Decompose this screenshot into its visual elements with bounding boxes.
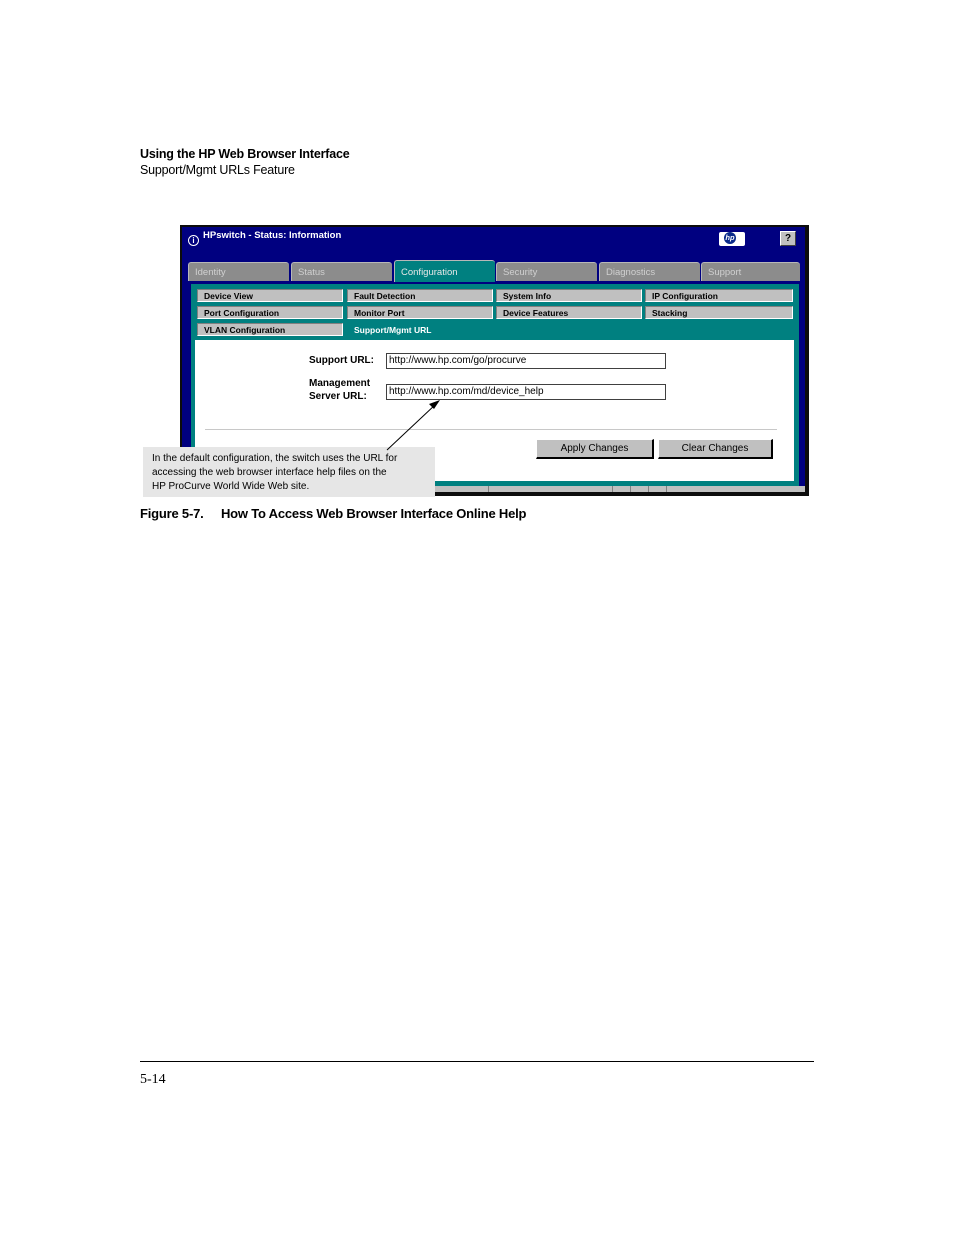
status-strip-divider bbox=[648, 486, 649, 492]
running-header-title: Using the HP Web Browser Interface bbox=[140, 147, 350, 161]
subtab-device-view[interactable]: Device View bbox=[197, 289, 343, 302]
running-header-subtitle: Support/Mgmt URLs Feature bbox=[140, 163, 295, 177]
tab-security[interactable]: Security bbox=[496, 262, 597, 281]
callout-arrow bbox=[386, 400, 440, 451]
subtab-vlan-configuration[interactable]: VLAN Configuration bbox=[197, 323, 343, 336]
hp-logo[interactable]: hp bbox=[719, 232, 745, 246]
callout-line-1: In the default configuration, the switch… bbox=[152, 453, 398, 464]
tab-configuration[interactable]: Configuration bbox=[394, 260, 495, 282]
hp-logo-text: hp bbox=[724, 232, 736, 244]
status-strip-divider bbox=[612, 486, 613, 492]
page-number: 5-14 bbox=[140, 1072, 166, 1087]
tab-support[interactable]: Support bbox=[701, 262, 800, 281]
main-tabs: Identity Status Configuration Security D… bbox=[188, 260, 800, 282]
form-divider bbox=[205, 429, 777, 430]
figure-caption: Figure 5-7. How To Access Web Browser In… bbox=[140, 506, 527, 521]
info-icon: i bbox=[188, 235, 199, 246]
support-url-input[interactable]: http://www.hp.com/go/procurve bbox=[386, 353, 666, 369]
apply-changes-button[interactable]: Apply Changes bbox=[536, 439, 654, 459]
tab-identity[interactable]: Identity bbox=[188, 262, 289, 281]
support-url-label: Support URL: bbox=[309, 355, 374, 366]
subtab-monitor-port[interactable]: Monitor Port bbox=[347, 306, 493, 319]
callout-box: In the default configuration, the switch… bbox=[143, 447, 435, 497]
window-titlebar: i HPswitch - Status: Information hp ? bbox=[182, 227, 805, 255]
subtab-port-configuration[interactable]: Port Configuration bbox=[197, 306, 343, 319]
status-strip-divider bbox=[488, 486, 489, 492]
subtab-system-info[interactable]: System Info bbox=[496, 289, 642, 302]
figure-caption-text: How To Access Web Browser Interface Onli… bbox=[220, 506, 527, 521]
help-button[interactable]: ? bbox=[780, 231, 796, 246]
subtab-fault-detection[interactable]: Fault Detection bbox=[347, 289, 493, 302]
mgmt-url-label-line2: Server URL: bbox=[309, 391, 367, 402]
callout-line-2: accessing the web browser interface help… bbox=[152, 467, 387, 478]
figure-number: Figure 5-7. bbox=[140, 506, 204, 521]
subtab-stacking[interactable]: Stacking bbox=[645, 306, 793, 319]
status-strip-divider bbox=[630, 486, 631, 492]
footer-rule bbox=[140, 1061, 814, 1062]
mgmt-url-input[interactable]: http://www.hp.com/md/device_help bbox=[386, 384, 666, 400]
window-title: HPswitch - Status: Information bbox=[203, 230, 342, 241]
subtab-support-mgmt-url[interactable]: Support/Mgmt URL bbox=[347, 323, 493, 336]
status-strip-divider bbox=[666, 486, 667, 492]
clear-changes-button[interactable]: Clear Changes bbox=[658, 439, 773, 459]
mgmt-url-label-line1: Management bbox=[309, 378, 371, 389]
subtab-grid: Device View Fault Detection System Info … bbox=[197, 289, 793, 339]
callout-line-3: HP ProCurve World Wide Web site. bbox=[152, 481, 310, 492]
tab-diagnostics[interactable]: Diagnostics bbox=[599, 262, 700, 281]
tab-status[interactable]: Status bbox=[291, 262, 392, 281]
subtab-device-features[interactable]: Device Features bbox=[496, 306, 642, 319]
subtab-ip-configuration[interactable]: IP Configuration bbox=[645, 289, 793, 302]
